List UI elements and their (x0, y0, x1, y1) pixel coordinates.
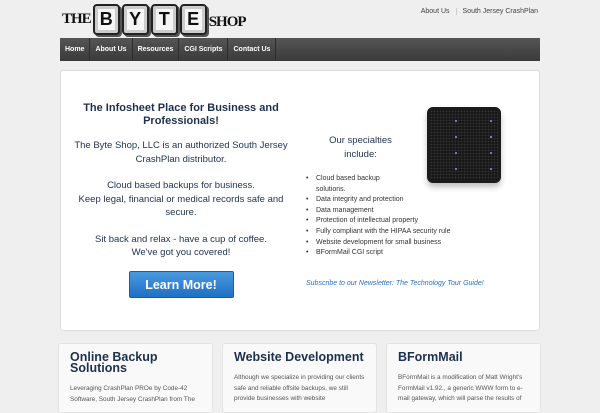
logo-the: THE (62, 11, 92, 27)
logo-key: Y (121, 4, 149, 35)
hero-line: Keep legal, financial or medical records… (78, 193, 284, 219)
hero-intro: The Infosheet Place for Business and Pro… (71, 102, 291, 298)
logo-shop: SHOP (208, 14, 247, 30)
hero-text: Cloud based backups for business. Keep le… (71, 179, 291, 220)
hero-text: The Byte Shop, LLC is an authorized Sout… (74, 140, 288, 165)
list-item: Website development for small business (306, 238, 450, 249)
logo-key: E (179, 4, 207, 35)
logo-key: B (92, 4, 120, 35)
learn-more-button[interactable]: Learn More! (128, 270, 234, 298)
card-title[interactable]: Website Development (234, 351, 365, 364)
hero-text: Sit back and relax - have a cup of coffe… (71, 233, 291, 260)
nav-resources[interactable]: Resources (133, 38, 180, 61)
list-item: Data integrity and protection (306, 195, 450, 206)
specialties-list: Cloud based backup solutions. Data integ… (306, 174, 450, 259)
list-item: Fully compliant with the HIPAA security … (306, 227, 450, 238)
hero-line: Cloud based backups for business. (107, 180, 255, 191)
card-text: Leveraging CrashPlan PROe by Code-42 Sof… (70, 385, 195, 403)
list-item: Protection of intellectual property (306, 216, 450, 227)
list-item: BFormMail CGI script (306, 248, 450, 259)
storage-device-image (427, 107, 501, 183)
nav-contact[interactable]: Contact Us (228, 38, 277, 61)
card-online-backup: Online Backup Solutions Leveraging Crash… (58, 343, 213, 413)
nav-home[interactable]: Home (60, 38, 91, 61)
card-website-development: Website Development Although we speciali… (222, 343, 377, 413)
card-title[interactable]: BFormMail (398, 351, 529, 364)
card-bformmail: BFormMail BFormMail is a modification of… (386, 343, 541, 413)
newsletter-link[interactable]: Subscribe to our Newsletter: The Technol… (306, 280, 484, 287)
site-logo[interactable]: THE B Y T E SHOP (62, 4, 247, 35)
toplink-about[interactable]: About Us (421, 8, 450, 15)
hero-panel: The Infosheet Place for Business and Pro… (60, 70, 540, 331)
list-item: Cloud based backup solutions. (306, 174, 396, 195)
logo-key: T (150, 4, 178, 35)
nav-about[interactable]: About Us (90, 38, 133, 61)
list-item: Data management (306, 206, 450, 217)
hero-line: Sit back and relax - have a cup of coffe… (95, 233, 267, 245)
hero-title: The Infosheet Place for Business and Pro… (83, 102, 279, 127)
main-nav: Home About Us Resources CGI Scripts Cont… (60, 38, 540, 61)
toplink-crashplan[interactable]: South Jersey CrashPlan (455, 8, 538, 15)
card-title[interactable]: Online Backup Solutions (70, 351, 201, 375)
hero-line: We've got you covered! (131, 247, 231, 258)
specialties-title: Our specialties include: (329, 135, 392, 160)
top-links: About Us South Jersey CrashPlan (421, 8, 538, 15)
nav-cgi-scripts[interactable]: CGI Scripts (179, 38, 229, 61)
